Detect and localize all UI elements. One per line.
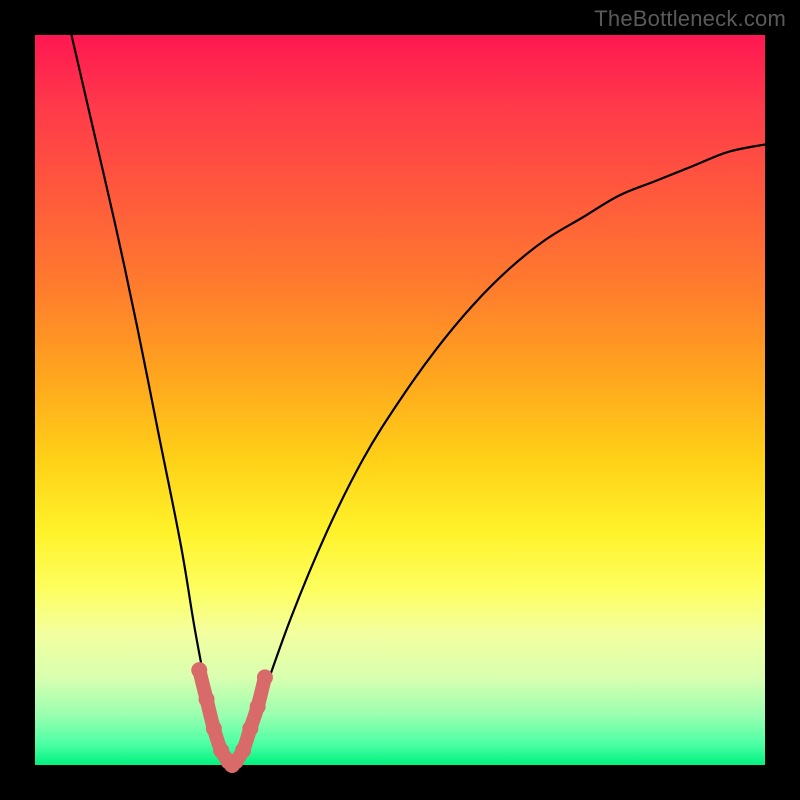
- highlight-region: [191, 662, 273, 773]
- highlight-point: [199, 691, 215, 707]
- chart-frame: TheBottleneck.com: [0, 0, 800, 800]
- highlight-point: [257, 669, 273, 685]
- highlight-curve: [199, 670, 265, 765]
- highlight-point: [191, 662, 207, 678]
- highlight-point: [242, 721, 258, 737]
- highlight-point: [235, 742, 251, 758]
- bottleneck-curve: [72, 35, 766, 765]
- curve-svg: [35, 35, 765, 765]
- highlight-point: [250, 699, 266, 715]
- plot-area: [35, 35, 765, 765]
- highlight-point: [206, 721, 222, 737]
- watermark-text: TheBottleneck.com: [594, 6, 786, 32]
